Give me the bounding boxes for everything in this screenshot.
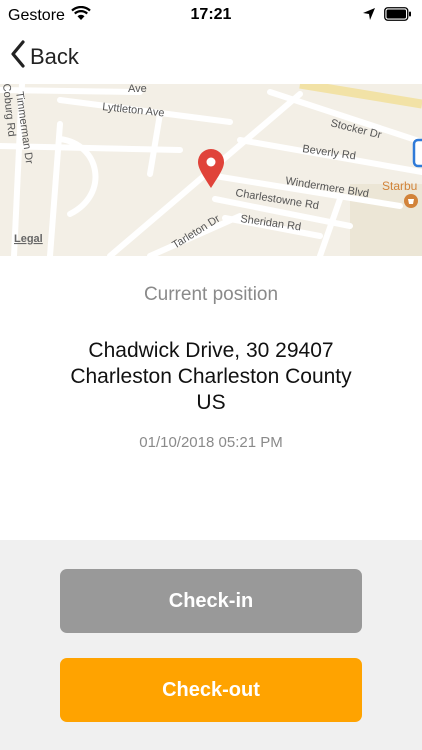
map-view[interactable]: Ave Lyttleton Ave Stocker Dr Beverly Rd … <box>0 84 422 256</box>
map-legal-link[interactable]: Legal <box>14 233 43 245</box>
check-out-button[interactable]: Check-out <box>60 658 362 722</box>
navigation-bar: Back <box>0 30 422 84</box>
position-title: Current position <box>143 284 279 305</box>
actions-panel: Check-in Check-out <box>0 540 422 750</box>
address-block: Chadwick Drive, 30 29407 Charleston Char… <box>40 338 382 416</box>
status-time: 17:21 <box>190 6 232 23</box>
transit-icon <box>412 138 422 168</box>
check-in-button[interactable]: Check-in <box>60 569 362 633</box>
address-line-3: US <box>196 391 226 414</box>
position-timestamp: 01/10/2018 05:21 PM <box>139 434 283 451</box>
back-button[interactable]: Back <box>10 40 79 73</box>
status-bar: Gestore 17:21 <box>0 0 422 30</box>
street-label-top-ave: Ave <box>128 84 147 95</box>
map-canvas: Ave Lyttleton Ave Stocker Dr Beverly Rd … <box>0 84 422 256</box>
poi-label-starbucks: Starbu <box>382 179 417 193</box>
chevron-left-icon <box>10 40 26 73</box>
location-arrow-icon <box>362 7 376 26</box>
battery-icon <box>384 7 412 26</box>
status-right <box>362 7 412 26</box>
coffee-cup-shape <box>408 199 414 204</box>
back-label: Back <box>30 43 79 69</box>
position-panel: Current position Chadwick Drive, 30 2940… <box>0 256 422 540</box>
address-line-1: Chadwick Drive, 30 29407 <box>88 339 334 362</box>
address-line-2: Charleston Charleston County <box>70 365 352 388</box>
